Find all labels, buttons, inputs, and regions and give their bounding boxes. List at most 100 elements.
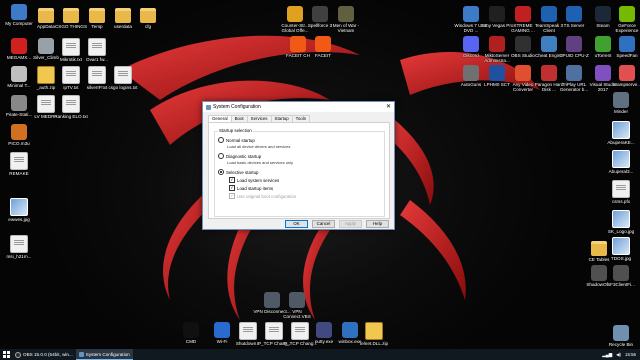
desktop-icon[interactable]: REMAKE [0, 152, 38, 176]
load-startup-items-checkbox[interactable]: ✓ Load startup items [229, 185, 273, 191]
use-original-boot-label: Use original boot configuration [237, 193, 297, 199]
tab-strip: General Boot Services Startup Tools [208, 115, 310, 123]
desktop-icon-label: VPN Connect.VBS [283, 309, 311, 320]
desktop-icon-label: Ovar1 fw... [86, 57, 108, 62]
desktop-icon-label: SF3ClientFi... [607, 282, 635, 287]
taskbar-item-label: System Configuration [85, 351, 130, 357]
app-icon [11, 124, 27, 140]
app-icon [613, 325, 629, 341]
desktop-icon-label: SK_Logo.jpg [607, 229, 635, 234]
app-icon [566, 36, 582, 52]
volume-icon[interactable]: ◀) [616, 352, 621, 358]
desktop-icon-label: cfg [144, 24, 152, 29]
app-icon [489, 6, 505, 22]
load-system-services-checkbox[interactable]: ✓ Load system services [229, 177, 279, 183]
app-icon [566, 6, 582, 22]
group-title: Startup selection [218, 128, 253, 133]
file-icon [88, 38, 106, 56]
app-icon [613, 92, 629, 108]
app-icon [316, 322, 332, 338]
desktop-icon-label: Men of War - Vietnam [332, 23, 360, 34]
help-button[interactable]: Help [366, 220, 389, 228]
desktop-icon[interactable]: PICO.m3u [0, 124, 38, 146]
app-icon [11, 66, 27, 82]
normal-startup-label: Normal startup [226, 137, 255, 143]
system-tray: ▂▄▆ ◀) 15:56 [602, 352, 640, 358]
app-icon [619, 36, 635, 52]
desktop-icon[interactable]: csrss.pfx [602, 180, 640, 204]
diagnostic-startup-label: Diagnostic startup [226, 153, 262, 159]
ok-button[interactable]: OK [285, 220, 308, 228]
desktop-icon[interactable]: AbuperaKE... [602, 121, 640, 145]
desktop-icon-label: GeForce Experience [615, 23, 639, 34]
window-title: System Configuration [213, 104, 261, 110]
desktop-icon-label: PICO.m3u [8, 141, 30, 146]
app-icon [463, 65, 479, 81]
desktop-icon[interactable]: GeForce Experience [608, 6, 640, 33]
normal-startup-radio[interactable]: Normal startup [218, 137, 255, 143]
diagnostic-startup-radio[interactable]: Diagnostic startup [218, 153, 261, 159]
desktop-icon[interactable]: Ranking ELO.txt [52, 95, 90, 119]
app-icon [11, 4, 27, 20]
taskbar-item-label: OBS 15.0.0 (64bit, win... [23, 352, 73, 357]
clock[interactable]: 15:56 [625, 352, 636, 357]
desktop-icon-label: TDOS.jpg [610, 256, 632, 261]
desktop-icon[interactable]: msi_h21m... [0, 235, 38, 259]
start-button[interactable] [0, 349, 12, 360]
image-file-icon [612, 121, 630, 139]
app-icon [338, 6, 354, 22]
tab-tools[interactable]: Tools [291, 115, 310, 122]
desktop-icon-label: ewwes.jpg [8, 217, 30, 222]
tab-boot[interactable]: Boot [230, 115, 248, 122]
radio-indicator [218, 169, 224, 175]
network-icon[interactable]: ▂▄▆ [602, 352, 612, 358]
desktop-icon-label: AbuperaKE... [607, 140, 635, 145]
desktop-icon[interactable]: Ovar1 fw... [78, 38, 116, 62]
check-icon: ✓ [229, 177, 235, 183]
close-icon[interactable]: ✕ [386, 103, 391, 111]
file-icon [365, 322, 383, 340]
app-icon [619, 6, 635, 22]
msconfig-icon [78, 351, 84, 357]
title-bar[interactable]: System Configuration ✕ [203, 102, 394, 112]
desktop-icon[interactable]: TDOS.jpg [602, 237, 640, 261]
desktop-icon-label: FACEIT [314, 53, 332, 58]
desktop-icon[interactable]: Abuperal3... [602, 150, 640, 174]
app-icon [312, 6, 328, 22]
tab-startup[interactable]: Startup [270, 115, 293, 122]
app-icon [183, 322, 199, 338]
cancel-button[interactable]: Cancel [312, 220, 335, 228]
desktop-icon[interactable]: csgo logins.txt [104, 66, 142, 90]
image-file-icon [612, 210, 630, 228]
startup-selection-group: Startup selection Normal startup Load al… [214, 128, 385, 217]
desktop-icon[interactable]: Wampserve... [608, 65, 640, 87]
desktop-icon-label: csgo logins.txt [108, 85, 138, 90]
desktop-icon[interactable]: SF3ClientFi... [602, 265, 640, 287]
desktop-icon-label: Abuperal3... [608, 169, 634, 174]
app-icon [489, 36, 505, 52]
app-icon [515, 65, 531, 81]
desktop-icon[interactable]: SK_Logo.jpg [602, 210, 640, 234]
normal-startup-desc: Load all device drivers and services [227, 144, 291, 149]
taskbar-item-obs[interactable]: OBS 15.0.0 (64bit, win... [12, 349, 76, 360]
taskbar-item-system-configuration[interactable]: System Configuration [75, 349, 133, 360]
desktop-icon[interactable]: telnet.DLL.zip [355, 322, 393, 346]
desktop-icon[interactable]: FACEIT [304, 36, 342, 58]
tab-services[interactable]: Services [246, 115, 272, 122]
desktop-icon[interactable]: VPN Connect.VBS [278, 292, 316, 319]
load-system-services-label: Load system services [237, 177, 280, 183]
desktop-icon[interactable]: ewwes.jpg [0, 198, 38, 222]
desktop-icon[interactable]: Recycle Bin [602, 325, 640, 347]
load-startup-items-label: Load startup items [237, 185, 274, 191]
desktop-icon[interactable]: Minder [602, 92, 640, 114]
image-file-icon [612, 237, 630, 255]
file-icon [10, 235, 28, 253]
desktop-icon[interactable]: Men of War - Vietnam [327, 6, 365, 33]
windows-logo-icon [2, 351, 10, 358]
desktop-icon-label: SpeedFan [616, 53, 638, 58]
app-icon [613, 265, 629, 281]
selective-startup-radio[interactable]: Selective startup [218, 169, 258, 175]
dialog-buttons: OK Cancel Apply Help [285, 220, 389, 228]
desktop-icon[interactable]: cfg [129, 4, 167, 29]
desktop-icon[interactable]: SpeedFan [608, 36, 640, 58]
